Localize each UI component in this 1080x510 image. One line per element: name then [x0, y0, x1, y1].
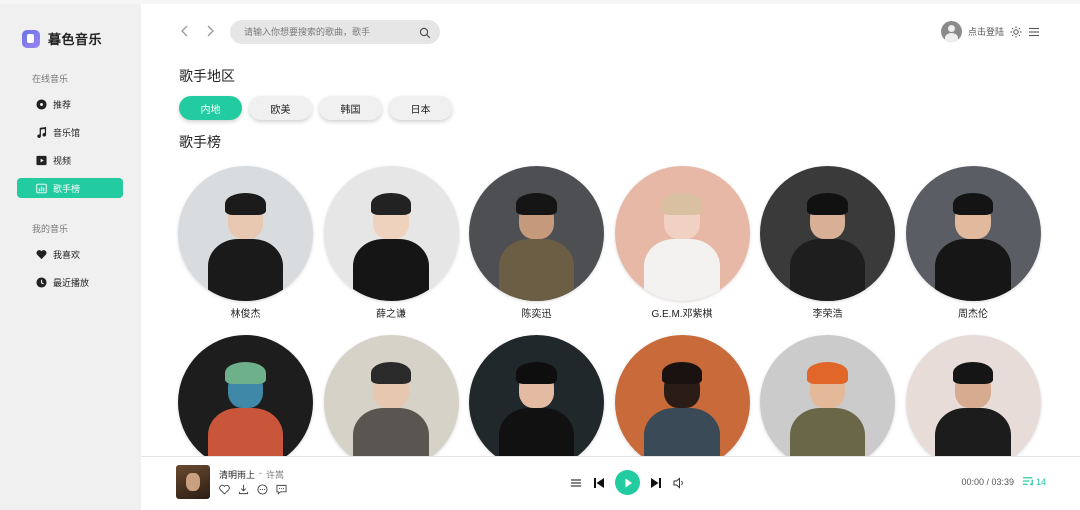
online-music-label: 在线音乐 — [32, 74, 69, 84]
sidebar-item-label: 推荐 — [53, 99, 72, 110]
user-area: 点击登陆 — [940, 21, 1040, 42]
playback-controls — [569, 470, 686, 495]
artist-card[interactable]: 周杰伦 — [905, 166, 1041, 320]
sidebar-item-label: 视频 — [53, 155, 72, 166]
brand[interactable]: 暮色音乐 — [22, 29, 102, 48]
sidebar-item-singer-chart[interactable]: 歌手榜 — [17, 178, 123, 198]
comment-icon[interactable] — [276, 484, 287, 495]
region-section-title: 歌手地区 — [179, 68, 235, 84]
ranking-section-title: 歌手榜 — [179, 134, 221, 150]
sidebar-item-recommend[interactable]: 推荐 — [17, 94, 123, 114]
song-info: 清明雨上 - 许嵩 — [219, 468, 284, 481]
back-arrow-icon[interactable] — [178, 24, 192, 38]
artist-photo[interactable] — [469, 166, 604, 301]
sidebar-item-music-hall[interactable]: 音乐馆 — [17, 122, 123, 142]
avatar[interactable] — [940, 21, 962, 42]
brand-name: 暮色音乐 — [48, 32, 103, 47]
disc-icon — [36, 98, 47, 110]
song-separator: - — [259, 468, 263, 478]
forward-arrow-icon[interactable] — [203, 24, 217, 38]
artist-photo[interactable] — [905, 335, 1041, 470]
sidebar-item-recent[interactable]: 最近播放 — [17, 272, 123, 292]
music-note-icon — [36, 126, 47, 138]
sidebar-item-video[interactable]: 视频 — [17, 150, 123, 170]
artist-card[interactable]: 陈奕迅 — [469, 166, 604, 320]
artist-photo[interactable] — [614, 335, 750, 470]
main-content: 点击登陆 歌手地区 内地 欧美 韩国 日本 歌手榜 林俊杰 薛之谦 陈奕迅 G.E.M… — [141, 0, 1080, 470]
search-icon[interactable] — [419, 26, 431, 39]
artist-name[interactable]: 林俊杰 — [231, 305, 261, 320]
theme-sun-icon[interactable] — [1010, 26, 1022, 38]
artist-grid: 林俊杰 薛之谦 陈奕迅 G.E.M.邓紫棋 李荣浩 周杰伦 — [178, 166, 1048, 488]
sidebar-item-favorites[interactable]: 我喜欢 — [17, 244, 123, 264]
play-icon — [625, 478, 632, 487]
sidebar-item-label: 最近播放 — [53, 277, 90, 288]
search-bar — [230, 20, 440, 44]
album-cover[interactable] — [176, 465, 210, 499]
song-actions — [219, 484, 287, 495]
artist-photo[interactable] — [614, 166, 750, 301]
artist-card[interactable]: 薛之谦 — [323, 166, 459, 320]
playlist-icon — [1022, 477, 1033, 486]
region-tabs: 内地 欧美 韩国 日本 — [179, 96, 452, 120]
sidebar-item-label: 我喜欢 — [53, 249, 81, 260]
like-heart-icon[interactable] — [219, 484, 230, 495]
sidebar-item-label: 歌手榜 — [53, 183, 81, 194]
chart-icon — [36, 183, 47, 194]
artist-card[interactable]: 李荣浩 — [760, 166, 895, 320]
clock-icon — [36, 276, 47, 288]
player-bar: 清明雨上 - 许嵩 00:00 / 03:39 14 — [141, 456, 1080, 510]
sidebar-item-label: 音乐馆 — [53, 127, 81, 138]
artist-photo[interactable] — [760, 166, 895, 301]
artist-photo[interactable] — [178, 166, 313, 301]
artist-photo[interactable] — [905, 166, 1041, 301]
previous-track-icon[interactable] — [592, 476, 606, 490]
tab-mainland[interactable]: 内地 — [179, 96, 242, 120]
sidebar: 暮色音乐 在线音乐 推荐 音乐馆 视频 歌手榜 我的音乐 我喜欢 最近播放 — [0, 0, 141, 510]
menu-icon[interactable] — [1028, 26, 1040, 38]
app-logo-icon — [22, 29, 40, 48]
song-title[interactable]: 清明雨上 — [219, 468, 255, 481]
tab-western[interactable]: 欧美 — [249, 96, 312, 120]
artist-name[interactable]: 薛之谦 — [376, 305, 406, 320]
login-link[interactable]: 点击登陆 — [968, 25, 1004, 38]
artist-name[interactable]: 陈奕迅 — [522, 305, 552, 320]
song-artist[interactable]: 许嵩 — [266, 468, 284, 481]
artist-photo[interactable] — [323, 335, 459, 470]
artist-photo[interactable] — [469, 335, 604, 470]
play-button[interactable] — [615, 470, 640, 495]
artist-photo[interactable] — [178, 335, 313, 470]
artist-name[interactable]: 李荣浩 — [813, 305, 843, 320]
artist-name[interactable]: 周杰伦 — [958, 305, 988, 320]
playback-time: 00:00 / 03:39 — [961, 477, 1014, 487]
heart-icon — [36, 249, 47, 260]
playlist-count: 14 — [1035, 476, 1046, 487]
playlist-button[interactable]: 14 — [1022, 475, 1046, 488]
artist-name[interactable]: G.E.M.邓紫棋 — [651, 305, 712, 320]
search-input[interactable] — [244, 27, 414, 37]
more-icon[interactable] — [257, 484, 268, 495]
next-track-icon[interactable] — [649, 476, 663, 490]
artist-photo[interactable] — [760, 335, 895, 470]
tab-korea[interactable]: 韩国 — [319, 96, 382, 120]
playlist-mode-icon[interactable] — [569, 476, 583, 490]
artist-card[interactable]: 林俊杰 — [178, 166, 313, 320]
artist-card[interactable]: G.E.M.邓紫棋 — [614, 166, 750, 320]
download-icon[interactable] — [238, 484, 249, 495]
tab-japan[interactable]: 日本 — [389, 96, 452, 120]
artist-photo[interactable] — [323, 166, 459, 301]
my-music-label: 我的音乐 — [32, 224, 69, 234]
volume-icon[interactable] — [672, 476, 686, 490]
video-icon — [36, 155, 47, 166]
